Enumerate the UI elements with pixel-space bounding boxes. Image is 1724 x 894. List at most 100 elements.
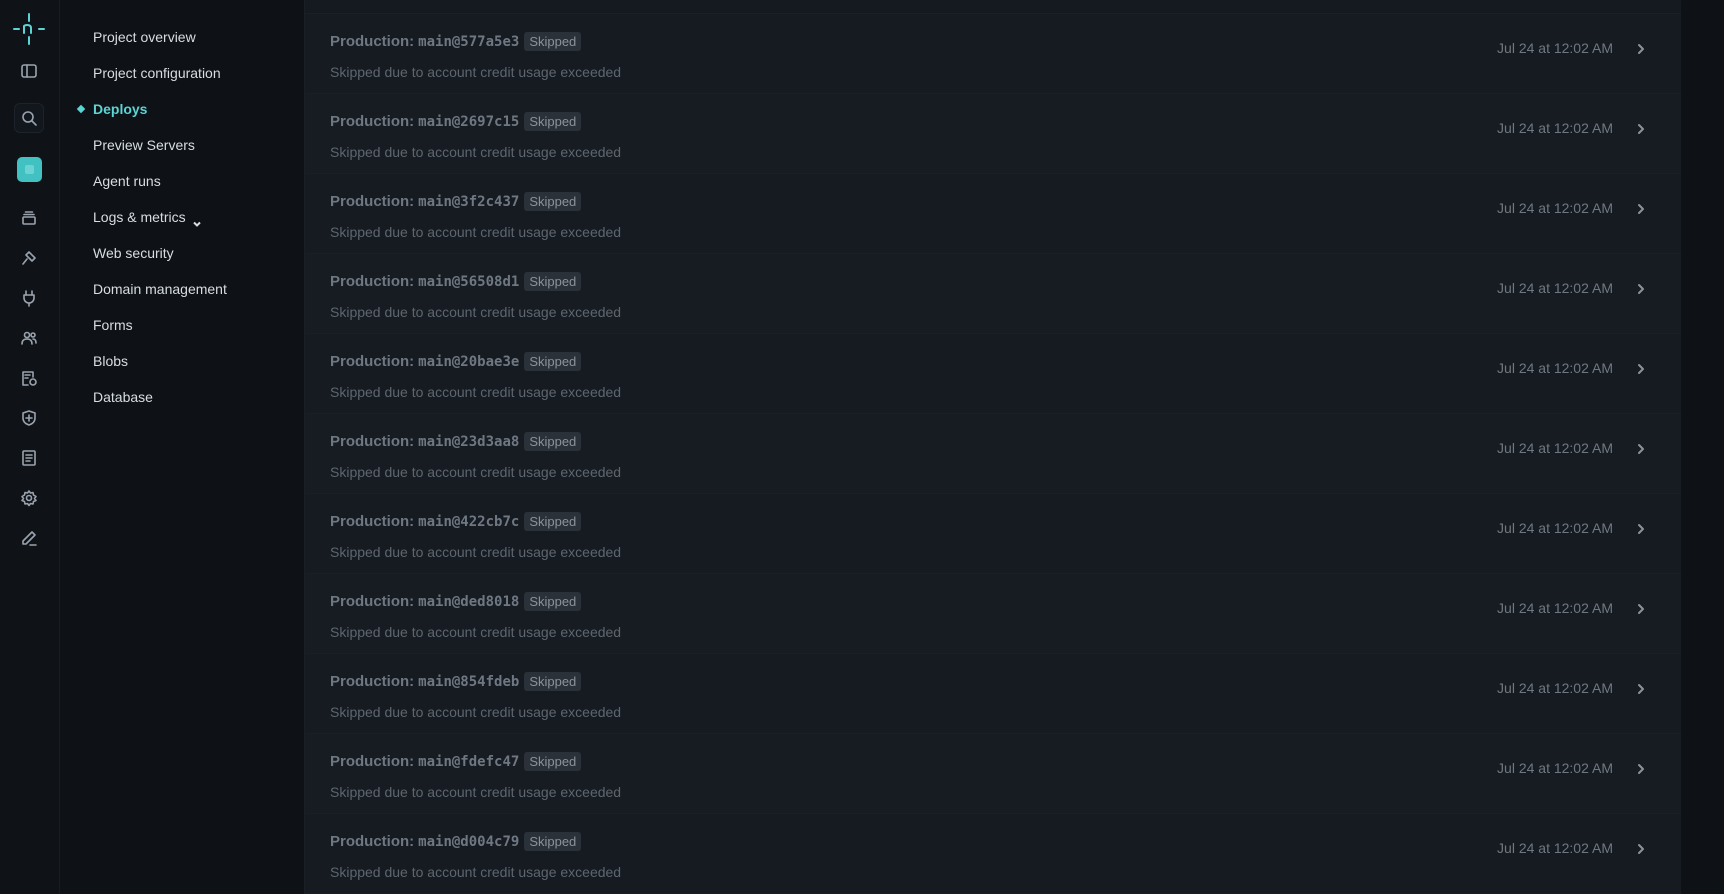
deploy-time: Jul 24 at 12:02 AM bbox=[1497, 200, 1613, 216]
plug-icon[interactable] bbox=[14, 283, 44, 313]
nav-item-project-overview[interactable]: Project overview bbox=[93, 25, 196, 49]
deploy-title: Production: main@2697c15 Skipped bbox=[330, 112, 582, 131]
nav-item-label: Deploys bbox=[93, 101, 148, 117]
deploy-row[interactable]: Production: main@2697c15 Skipped Skipped… bbox=[305, 94, 1681, 174]
nav-item-web-security[interactable]: Web security bbox=[93, 241, 174, 265]
status-badge: Skipped bbox=[524, 432, 582, 451]
list-top-edge bbox=[305, 0, 1681, 14]
audit-log-icon[interactable] bbox=[14, 363, 44, 393]
deploy-title: Production: main@56508d1 Skipped bbox=[330, 272, 582, 291]
deploy-row[interactable]: Production: main@854fdeb Skipped Skipped… bbox=[305, 654, 1681, 734]
nav-item-blobs[interactable]: Blobs bbox=[93, 349, 128, 373]
deploy-title: Production: main@ded8018 Skipped bbox=[330, 592, 582, 611]
deploy-row[interactable]: Production: main@d004c79 Skipped Skipped… bbox=[305, 814, 1681, 894]
deploy-message: Skipped due to account credit usage exce… bbox=[330, 144, 622, 160]
chevron-right-icon bbox=[1635, 362, 1647, 374]
deploy-row[interactable]: Production: main@ded8018 Skipped Skipped… bbox=[305, 574, 1681, 654]
deploy-title: Production: main@23d3aa8 Skipped bbox=[330, 432, 582, 451]
nav-item-database[interactable]: Database bbox=[93, 385, 153, 409]
deploy-ref: main@422cb7c bbox=[418, 513, 520, 530]
deploy-title: Production: main@d004c79 Skipped bbox=[330, 832, 582, 851]
nav-item-project-configuration[interactable]: Project configuration bbox=[93, 61, 221, 85]
deploy-list: Production: main@577a5e3 Skipped Skipped… bbox=[305, 0, 1681, 894]
active-indicator-icon bbox=[76, 104, 86, 114]
deploy-ref: main@854fdeb bbox=[418, 673, 520, 690]
deploy-context: Production: bbox=[330, 113, 415, 130]
nav-item-label: Preview Servers bbox=[93, 137, 195, 153]
page-margin bbox=[1681, 0, 1724, 894]
deploy-message: Skipped due to account credit usage exce… bbox=[330, 64, 622, 80]
deploy-row[interactable]: Production: main@56508d1 Skipped Skipped… bbox=[305, 254, 1681, 334]
nav-item-deploys[interactable]: Deploys bbox=[76, 97, 148, 121]
deploy-row[interactable]: Production: main@422cb7c Skipped Skipped… bbox=[305, 494, 1681, 574]
deploy-row[interactable]: Production: main@23d3aa8 Skipped Skipped… bbox=[305, 414, 1681, 494]
app: Project overview Project configuration D… bbox=[0, 0, 1724, 894]
status-badge: Skipped bbox=[524, 672, 582, 691]
status-badge: Skipped bbox=[524, 272, 582, 291]
deploy-ref: main@56508d1 bbox=[418, 273, 520, 290]
deploy-time: Jul 24 at 12:02 AM bbox=[1497, 360, 1613, 376]
chevron-right-icon bbox=[1635, 282, 1647, 294]
nav-item-label: Database bbox=[93, 389, 153, 405]
deploy-time: Jul 24 at 12:02 AM bbox=[1497, 600, 1613, 616]
search-icon[interactable] bbox=[14, 103, 44, 133]
gear-icon[interactable] bbox=[14, 483, 44, 513]
sidebar-toggle-icon[interactable] bbox=[14, 56, 44, 86]
deploy-message: Skipped due to account credit usage exce… bbox=[330, 384, 622, 400]
deploy-row[interactable]: Production: main@577a5e3 Skipped Skipped… bbox=[305, 14, 1681, 94]
deploy-context: Production: bbox=[330, 433, 415, 450]
status-badge: Skipped bbox=[524, 752, 582, 771]
deploy-time: Jul 24 at 12:02 AM bbox=[1497, 520, 1613, 536]
nav-item-label: Blobs bbox=[93, 353, 129, 369]
deploy-ref: main@23d3aa8 bbox=[418, 433, 520, 450]
nav-item-logs-metrics[interactable]: Logs & metrics bbox=[93, 205, 202, 229]
deploy-context: Production: bbox=[330, 513, 415, 530]
deploy-time: Jul 24 at 12:02 AM bbox=[1497, 440, 1613, 456]
nav-item-domain-management[interactable]: Domain management bbox=[93, 277, 227, 301]
docs-icon[interactable] bbox=[14, 443, 44, 473]
deploy-context: Production: bbox=[330, 753, 415, 770]
deploy-message: Skipped due to account credit usage exce… bbox=[330, 784, 622, 800]
deploy-time: Jul 24 at 12:02 AM bbox=[1497, 40, 1613, 56]
shield-icon[interactable] bbox=[14, 403, 44, 433]
nav-item-label: Agent runs bbox=[93, 173, 161, 189]
chevron-right-icon bbox=[1635, 442, 1647, 454]
layers-icon[interactable] bbox=[14, 203, 44, 233]
deploy-context: Production: bbox=[330, 673, 415, 690]
users-icon[interactable] bbox=[14, 323, 44, 353]
icon-rail bbox=[0, 0, 60, 894]
status-badge: Skipped bbox=[524, 352, 582, 371]
deploy-row[interactable]: Production: main@3f2c437 Skipped Skipped… bbox=[305, 174, 1681, 254]
deploy-title: Production: main@854fdeb Skipped bbox=[330, 672, 582, 691]
deploy-message: Skipped due to account credit usage exce… bbox=[330, 224, 622, 240]
edit-icon[interactable] bbox=[14, 523, 44, 553]
deploy-context: Production: bbox=[330, 193, 415, 210]
chevron-down-icon bbox=[192, 212, 202, 227]
deploy-ref: main@2697c15 bbox=[418, 113, 520, 130]
nav-item-agent-runs[interactable]: Agent runs bbox=[93, 169, 161, 193]
deploy-context: Production: bbox=[330, 833, 415, 850]
deploy-ref: main@3f2c437 bbox=[418, 193, 520, 210]
status-badge: Skipped bbox=[524, 592, 582, 611]
netlify-logo-icon[interactable] bbox=[11, 11, 47, 47]
deploy-row[interactable]: Production: main@fdefc47 Skipped Skipped… bbox=[305, 734, 1681, 814]
deploy-time: Jul 24 at 12:02 AM bbox=[1497, 840, 1613, 856]
deploy-context: Production: bbox=[330, 273, 415, 290]
deploy-title: Production: main@422cb7c Skipped bbox=[330, 512, 582, 531]
build-icon[interactable] bbox=[14, 243, 44, 273]
nav-item-preview-servers[interactable]: Preview Servers bbox=[93, 133, 195, 157]
status-badge: Skipped bbox=[524, 512, 582, 531]
deploy-row[interactable]: Production: main@20bae3e Skipped Skipped… bbox=[305, 334, 1681, 414]
deploy-ref: main@ded8018 bbox=[418, 593, 520, 610]
team-avatar[interactable] bbox=[17, 157, 42, 182]
nav-item-forms[interactable]: Forms bbox=[93, 313, 133, 337]
deploy-message: Skipped due to account credit usage exce… bbox=[330, 544, 622, 560]
deploy-title: Production: main@577a5e3 Skipped bbox=[330, 32, 582, 51]
deploy-ref: main@d004c79 bbox=[418, 833, 520, 850]
deploy-time: Jul 24 at 12:02 AM bbox=[1497, 280, 1613, 296]
chevron-right-icon bbox=[1635, 602, 1647, 614]
chevron-right-icon bbox=[1635, 122, 1647, 134]
chevron-right-icon bbox=[1635, 842, 1647, 854]
nav-item-label: Web security bbox=[93, 245, 174, 261]
chevron-right-icon bbox=[1635, 762, 1647, 774]
